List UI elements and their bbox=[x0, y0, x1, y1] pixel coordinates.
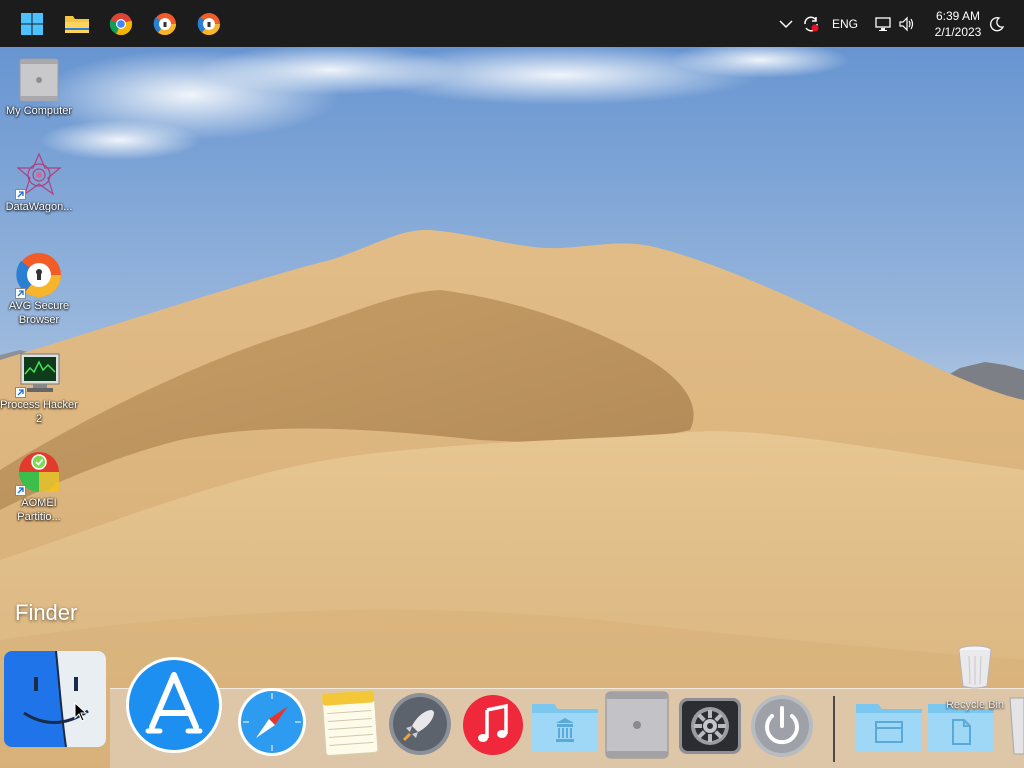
dock-item-safari[interactable] bbox=[236, 686, 308, 763]
dock-item-notes[interactable] bbox=[320, 689, 380, 761]
desktop-icon-datawagon[interactable]: DataWagon... bbox=[0, 152, 78, 214]
start-button[interactable] bbox=[14, 6, 50, 42]
app-store-icon bbox=[126, 657, 222, 753]
recycle-bin-label: Recycle Bin bbox=[945, 699, 1005, 711]
desktop-icon-label: AOMEI Partitio... bbox=[17, 497, 61, 523]
desktop: ENG 6:39 AM 2/1/2023 My Computer DataWag… bbox=[0, 0, 1024, 768]
dock-item-app-store[interactable] bbox=[124, 655, 224, 760]
sync-icon bbox=[804, 16, 819, 31]
desktop-icon-label: My Computer bbox=[5, 105, 73, 117]
mac-pro-icon bbox=[19, 58, 59, 102]
shortcut-arrow-icon bbox=[15, 189, 26, 200]
desktop-icon-label: DataWagon... bbox=[5, 201, 73, 213]
desktop-icon-label: AVG Secure Browser bbox=[8, 300, 70, 326]
moon-icon bbox=[990, 16, 1005, 31]
volume-tray-button[interactable] bbox=[896, 0, 918, 47]
desktop-icon-avg-secure-browser[interactable]: AVG Secure Browser bbox=[0, 251, 78, 327]
dock-item-mac-pro[interactable] bbox=[604, 690, 670, 765]
taskbar: ENG 6:39 AM 2/1/2023 bbox=[0, 0, 1024, 47]
chrome-icon bbox=[109, 13, 133, 36]
folder-icon bbox=[65, 16, 89, 33]
shortcut-arrow-icon bbox=[15, 387, 26, 398]
dock-item-downloads-folder[interactable] bbox=[854, 698, 924, 759]
avg-browser-button-1[interactable] bbox=[147, 6, 183, 42]
dock-item-system-preferences[interactable] bbox=[678, 697, 742, 760]
downloads-folder-icon bbox=[856, 704, 922, 752]
dock-item-power[interactable] bbox=[750, 694, 814, 763]
launchpad-icon bbox=[389, 693, 451, 755]
desktop-icon-recycle-bin[interactable]: Recycle Bin bbox=[940, 644, 1010, 711]
safari-icon bbox=[238, 688, 306, 756]
dock-item-launchpad[interactable] bbox=[388, 692, 452, 761]
finder-icon bbox=[4, 650, 106, 748]
desktop-icon-aomei-partition[interactable]: AOMEI Partitio... bbox=[0, 448, 78, 524]
wallpaper-sand-dunes bbox=[0, 0, 1024, 768]
desktop-icon-label: Process Hacker 2 bbox=[0, 399, 78, 425]
desktop-icon-my-computer[interactable]: My Computer bbox=[0, 56, 78, 118]
clock-date: 2/1/2023 bbox=[934, 25, 982, 39]
shortcut-arrow-icon bbox=[15, 485, 26, 496]
recycle-bin-icon bbox=[958, 645, 992, 689]
shortcut-arrow-icon bbox=[15, 288, 26, 299]
chevron-down-icon bbox=[779, 19, 793, 28]
notes-icon bbox=[321, 689, 379, 757]
chrome-button[interactable] bbox=[103, 6, 139, 42]
network-tray-button[interactable] bbox=[872, 0, 894, 47]
clock[interactable]: 6:39 AM 2/1/2023 bbox=[924, 8, 992, 40]
dock-item-applications-folder[interactable] bbox=[530, 698, 600, 759]
desktop-icon-process-hacker[interactable]: Process Hacker 2 bbox=[0, 350, 78, 426]
mouse-cursor-icon bbox=[74, 702, 88, 722]
dock-separator bbox=[833, 696, 835, 762]
network-icon bbox=[875, 16, 891, 31]
music-icon bbox=[463, 695, 523, 755]
sync-tray-button[interactable] bbox=[800, 0, 822, 47]
mac-pro-icon bbox=[605, 691, 669, 759]
dock-hover-label: Finder bbox=[15, 600, 78, 625]
dock-item-music[interactable] bbox=[462, 694, 524, 761]
show-hidden-icons-button[interactable] bbox=[776, 0, 796, 47]
avg-secure-browser-icon bbox=[197, 13, 221, 36]
power-icon bbox=[751, 695, 813, 757]
avg-browser-button-2[interactable] bbox=[191, 6, 227, 42]
dock-item-finder[interactable] bbox=[4, 650, 106, 752]
speaker-icon bbox=[899, 16, 914, 31]
notifications-button[interactable] bbox=[986, 0, 1008, 47]
language-indicator[interactable]: ENG bbox=[828, 0, 862, 47]
file-explorer-button[interactable] bbox=[59, 6, 95, 42]
avg-secure-browser-icon bbox=[153, 13, 177, 36]
windows-icon bbox=[21, 13, 43, 35]
system-preferences-icon bbox=[679, 698, 741, 754]
clock-time: 6:39 AM bbox=[935, 9, 981, 23]
applications-folder-icon bbox=[532, 704, 598, 752]
